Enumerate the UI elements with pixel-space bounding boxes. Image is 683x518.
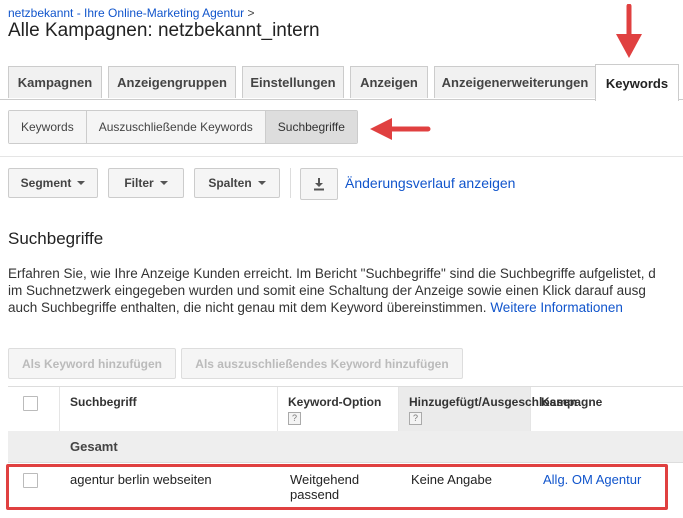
tab-keywords[interactable]: Keywords — [595, 64, 679, 101]
download-icon — [314, 178, 324, 191]
divider — [0, 156, 683, 157]
breadcrumb-separator: > — [247, 6, 255, 20]
select-all-checkbox[interactable] — [23, 396, 38, 411]
tab-einstellungen[interactable]: Einstellungen — [242, 66, 344, 98]
annotation-arrow-down-icon — [616, 4, 642, 58]
help-icon[interactable]: ? — [288, 412, 301, 425]
main-tabs: Kampagnen Anzeigengruppen Einstellungen … — [8, 64, 683, 101]
annotation-highlight-box — [6, 464, 668, 510]
subtab-excluded-keywords[interactable]: Auszuschließende Keywords — [86, 111, 266, 143]
segment-button[interactable]: Segment — [8, 168, 98, 198]
subtabs: Keywords Auszuschließende Keywords Suchb… — [8, 110, 358, 144]
columns-label: Spalten — [208, 176, 252, 190]
description-line-last: auch Suchbegriffe enthalten, die nicht g… — [8, 300, 623, 315]
total-label: Gesamt — [70, 439, 118, 454]
tab-anzeigenerweiterungen[interactable]: Anzeigenerweiterungen — [434, 66, 596, 98]
add-keyword-button[interactable]: Als Keyword hinzufügen — [8, 348, 176, 379]
filter-label: Filter — [124, 176, 154, 190]
table-header-row: Suchbegriff Keyword-Option ? Hinzugefügt… — [8, 386, 683, 432]
columns-button[interactable]: Spalten — [194, 168, 280, 198]
header-match-type[interactable]: Keyword-Option ? — [278, 387, 399, 431]
breadcrumb: netzbekannt - Ihre Online-Marketing Agen… — [8, 6, 255, 20]
chevron-down-icon — [77, 181, 86, 185]
subtab-keywords[interactable]: Keywords — [9, 111, 87, 143]
tab-kampagnen[interactable]: Kampagnen — [8, 66, 102, 98]
total-row: Gesamt — [8, 431, 683, 463]
download-button[interactable] — [300, 168, 338, 200]
description-line: Erfahren Sie, wie Ihre Anzeige Kunden er… — [8, 266, 656, 281]
tab-anzeigengruppen[interactable]: Anzeigengruppen — [108, 66, 236, 98]
description-line: im Suchnetzwerk eingegeben wurden und so… — [8, 283, 646, 298]
page-title: Alle Kampagnen: netzbekannt_intern — [8, 20, 320, 41]
more-info-link[interactable]: Weitere Informationen — [490, 300, 623, 315]
chevron-down-icon — [159, 181, 168, 185]
tab-anzeigen[interactable]: Anzeigen — [350, 66, 428, 98]
toolbar-separator — [290, 168, 291, 198]
tabs-divider — [0, 99, 683, 100]
header-select-cell — [8, 387, 60, 431]
breadcrumb-link[interactable]: netzbekannt - Ihre Online-Marketing Agen… — [8, 6, 244, 20]
subtab-search-terms[interactable]: Suchbegriffe — [265, 111, 357, 143]
filter-button[interactable]: Filter — [108, 168, 184, 198]
section-description: Erfahren Sie, wie Ihre Anzeige Kunden er… — [8, 265, 683, 316]
header-added-excluded[interactable]: Hinzugefügt/Ausgeschlossen ? — [399, 387, 577, 431]
chevron-down-icon — [257, 181, 266, 185]
section-title: Suchbegriffe — [8, 229, 104, 248]
add-negative-keyword-button[interactable]: Als auszuschließendes Keyword hinzufügen — [181, 348, 463, 379]
annotation-arrow-left-icon — [370, 118, 431, 140]
header-search-term[interactable]: Suchbegriff — [60, 387, 278, 431]
header-campaign[interactable]: Kampagne — [531, 387, 683, 431]
segment-label: Segment — [20, 176, 72, 190]
help-icon[interactable]: ? — [409, 412, 422, 425]
change-history-link[interactable]: Änderungsverlauf anzeigen — [345, 175, 515, 191]
